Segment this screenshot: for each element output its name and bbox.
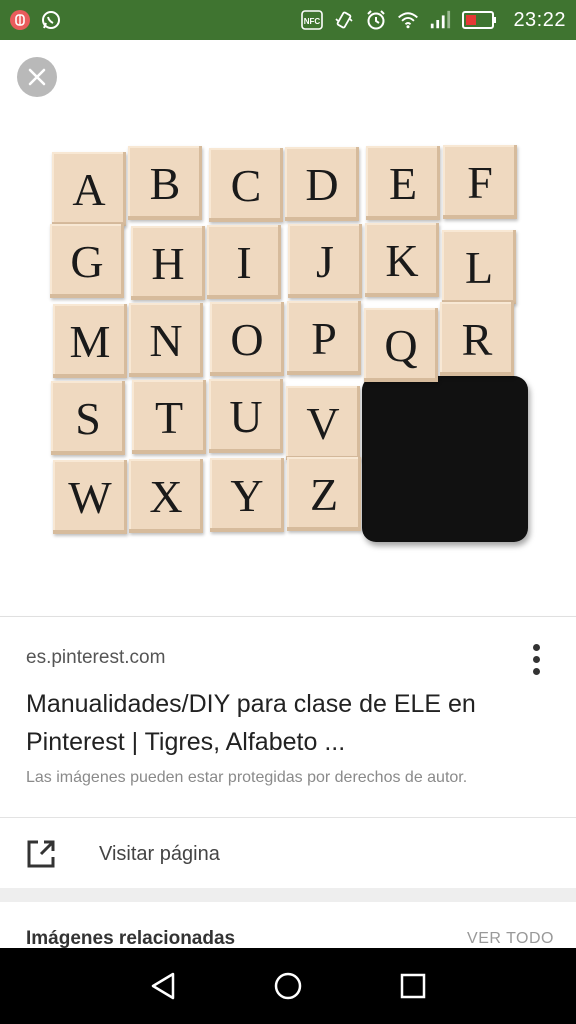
- copyright-notice: Las imágenes pueden estar protegidas por…: [26, 769, 468, 786]
- app-notification-icon: [10, 10, 30, 30]
- letter-stamp-b: B: [128, 146, 202, 220]
- related-images-title: Imágenes relacionadas: [26, 928, 236, 948]
- home-button[interactable]: [264, 962, 312, 1010]
- status-bar-right: NFC 23:22: [301, 9, 566, 32]
- see-all-button[interactable]: VER TODO: [467, 930, 554, 948]
- letter-stamp-a: A: [52, 152, 126, 226]
- status-time: 23:22: [513, 8, 566, 31]
- recents-button[interactable]: [389, 962, 437, 1010]
- letter-stamp-s: S: [51, 381, 125, 455]
- status-bar: NFC 23:22: [0, 0, 576, 40]
- letter-stamp-u: U: [209, 379, 283, 453]
- more-dot-icon: [532, 667, 540, 675]
- letter-stamp-i: I: [207, 225, 281, 299]
- letter-stamp-o: O: [210, 302, 284, 376]
- letter-stamp-y: Y: [210, 458, 284, 532]
- section-gap: [0, 888, 576, 902]
- image-viewer[interactable]: ABCDEF GHIJKL MNOPQR STUV WXYZ: [0, 40, 576, 615]
- visit-page-label: Visitar página: [99, 843, 220, 865]
- wifi-icon: [397, 9, 419, 31]
- related-images-section: Imágenes relacionadas VER TODO: [0, 902, 576, 948]
- result-title[interactable]: Manualidades/DIY para clase de ELE en Pi…: [26, 685, 546, 761]
- result-card: es.pinterest.com Manualidades/DIY para c…: [0, 616, 576, 888]
- letter-stamp-k: K: [365, 223, 439, 297]
- open-in-new-icon: [27, 840, 55, 868]
- letter-stamp-t: T: [132, 380, 206, 454]
- ink-pad: [362, 376, 528, 542]
- letter-stamp-v: V: [286, 386, 360, 460]
- close-icon: [28, 68, 46, 86]
- nfc-label: NFC: [304, 17, 321, 26]
- navigation-bar: [0, 948, 576, 1024]
- divider: [0, 817, 576, 818]
- letter-stamp-z: Z: [287, 457, 361, 531]
- letter-stamp-g: G: [50, 224, 124, 298]
- more-dot-icon: [532, 655, 540, 663]
- alphabet-stamps-image: ABCDEF GHIJKL MNOPQR STUV WXYZ: [50, 145, 532, 548]
- letter-stamp-w: W: [53, 460, 127, 534]
- vibrate-icon: [333, 9, 355, 31]
- letter-stamp-q: Q: [364, 308, 438, 382]
- signal-icon: [429, 9, 451, 31]
- whatsapp-icon: [40, 9, 62, 31]
- close-button[interactable]: [17, 57, 57, 97]
- result-domain[interactable]: es.pinterest.com: [26, 647, 165, 669]
- letter-stamp-x: X: [129, 459, 203, 533]
- letter-stamp-r: R: [440, 302, 514, 376]
- back-triangle-icon: [151, 972, 174, 1000]
- alarm-icon: [365, 9, 387, 31]
- letter-stamp-m: M: [53, 304, 127, 378]
- home-circle-icon: [274, 972, 302, 1000]
- letter-stamp-f: F: [443, 145, 517, 219]
- letter-stamp-c: C: [209, 148, 283, 222]
- letter-stamp-j: J: [288, 224, 362, 298]
- letter-stamp-e: E: [366, 146, 440, 220]
- more-dot-icon: [532, 643, 540, 651]
- more-options-button[interactable]: [520, 639, 552, 679]
- visit-page-button[interactable]: Visitar página: [0, 819, 576, 889]
- status-bar-left: [10, 9, 62, 31]
- nfc-icon: NFC: [301, 9, 324, 31]
- letter-stamp-l: L: [442, 230, 516, 304]
- letter-stamp-d: D: [285, 147, 359, 221]
- back-button[interactable]: [139, 962, 187, 1010]
- letter-stamp-n: N: [129, 303, 203, 377]
- letter-stamp-p: P: [287, 301, 361, 375]
- battery-icon: [461, 9, 499, 31]
- recents-square-icon: [401, 973, 426, 999]
- letter-stamp-h: H: [131, 226, 205, 300]
